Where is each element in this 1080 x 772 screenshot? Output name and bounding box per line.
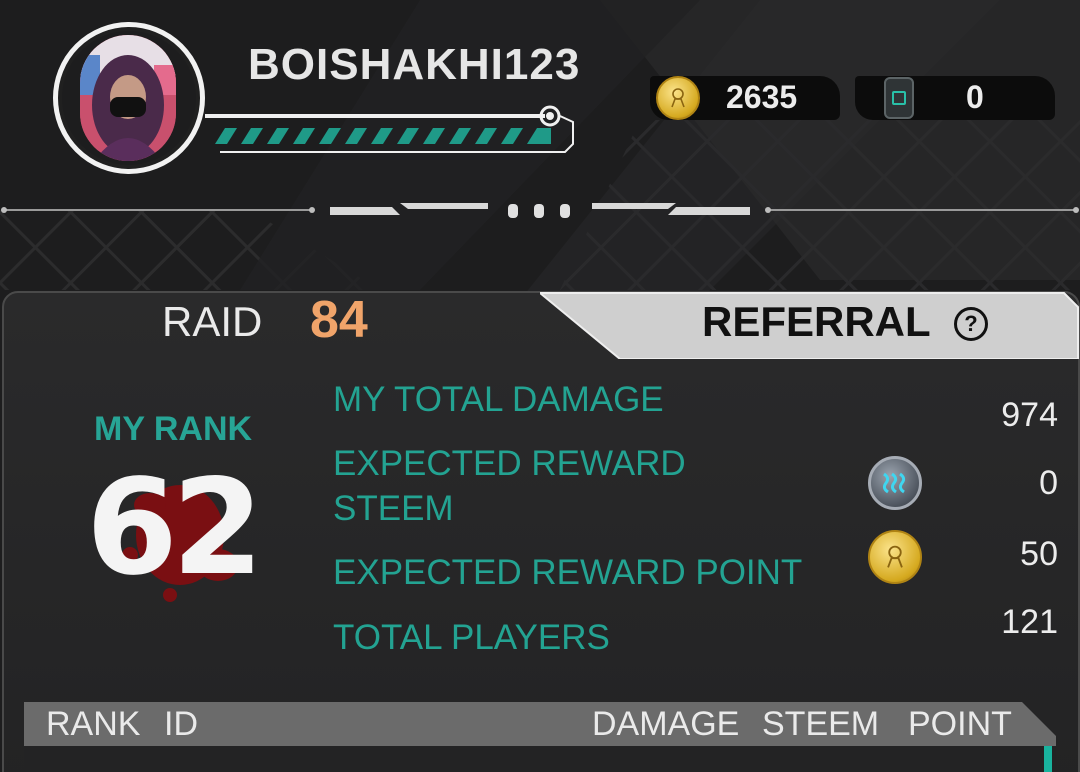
total-damage-value: 974 xyxy=(1001,396,1058,434)
avatar-image xyxy=(80,35,176,161)
reward-point-label: EXPECTED REWARD POINT xyxy=(333,553,803,592)
coin-count: 2635 xyxy=(726,79,798,115)
reward-steem-value: 0 xyxy=(1039,464,1058,502)
username: BOISHAKHI123 xyxy=(248,40,581,89)
reward-point-value: 50 xyxy=(1020,535,1058,573)
my-rank-label: MY RANK xyxy=(94,410,253,448)
column-damage: DAMAGE xyxy=(592,705,740,743)
device-icon xyxy=(884,76,914,119)
column-point: POINT xyxy=(908,705,1012,743)
rank-value: 62 xyxy=(86,451,264,605)
gold-coin-icon xyxy=(656,75,700,120)
column-id: ID xyxy=(164,705,198,743)
xp-progress-bar xyxy=(205,105,574,153)
reward-steem-label-line1: EXPECTED REWARD xyxy=(333,444,686,483)
reward-steem-label-line2: STEEM xyxy=(333,489,454,528)
avatar[interactable] xyxy=(80,35,176,161)
tab-raid[interactable]: RAID xyxy=(162,298,262,346)
total-players-label: TOTAL PLAYERS xyxy=(333,618,610,657)
section-divider xyxy=(1,203,1079,218)
device-counter[interactable]: 0 xyxy=(884,70,984,125)
total-damage-label: MY TOTAL DAMAGE xyxy=(333,380,664,419)
help-icon[interactable]: ? xyxy=(954,307,988,341)
total-players-value: 121 xyxy=(1001,603,1058,641)
tab-referral[interactable]: REFERRAL xyxy=(702,298,931,346)
column-rank: RANK xyxy=(46,705,141,743)
coin-counter[interactable]: 2635 xyxy=(656,70,797,125)
column-steem: STEEM xyxy=(762,705,880,743)
device-count: 0 xyxy=(966,79,984,115)
raid-number: 84 xyxy=(310,291,368,349)
